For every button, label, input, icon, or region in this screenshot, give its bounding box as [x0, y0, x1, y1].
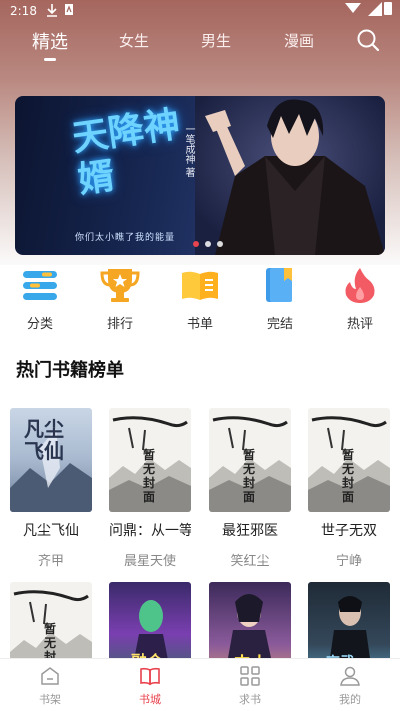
request-book-icon — [240, 666, 260, 686]
promo-banner[interactable]: 天降神婿 一笔成神 著 你们太小瞧了我的能量 — [15, 96, 385, 255]
top-tab-bar: 精选 女生 男生 漫画 — [0, 24, 400, 64]
app-screen: 2:18 精选 女生 男生 漫画 天降神婿 一笔成神 著 你们太小瞧了我的能量 … — [0, 0, 400, 711]
bookstore-icon — [140, 667, 160, 686]
book-author: 晨星天使 — [123, 554, 176, 569]
book-card[interactable]: 凡尘飞仙 凡尘飞仙 齐甲 — [10, 408, 92, 569]
tab-featured[interactable]: 精选 — [32, 28, 68, 54]
tab-comics[interactable]: 漫画 — [284, 30, 314, 51]
cover-title: 暂无封面 — [342, 448, 355, 504]
shortcut-booklist[interactable]: 书单 — [165, 265, 235, 332]
nav-profile[interactable]: 我的 — [320, 665, 380, 707]
banner-title-art: 天降神婿 — [69, 103, 183, 202]
shortcut-ranking[interactable]: 排行 — [85, 265, 155, 332]
banner-author-text: 一笔成神 著 — [183, 124, 194, 178]
search-icon[interactable] — [356, 28, 380, 52]
notification-icon — [65, 4, 73, 15]
trophy-icon — [100, 269, 140, 302]
bottom-nav-bar: 书架 书城 求书 我的 — [0, 658, 400, 711]
download-icon — [47, 4, 57, 17]
tab-male[interactable]: 男生 — [201, 30, 231, 51]
bookshelf-icon — [41, 667, 59, 685]
book-cover: 暂无封面 — [308, 408, 390, 512]
nav-bookstore[interactable]: 书城 — [120, 665, 180, 707]
shortcut-label: 热评 — [346, 317, 373, 332]
shortcut-label: 书单 — [186, 317, 213, 332]
nav-label: 书城 — [139, 693, 161, 706]
book-title: 问鼎：从一等… — [109, 523, 191, 539]
section-title: 热门书籍榜单 — [16, 360, 124, 381]
battery-icon — [384, 2, 392, 15]
book-cover: 暂无封面 — [109, 408, 191, 512]
shortcut-finished[interactable]: 完结 — [245, 265, 315, 332]
wifi-icon — [345, 3, 361, 13]
shortcut-category[interactable]: 分类 — [5, 265, 75, 332]
shortcut-hot-reviews[interactable]: 热评 — [325, 265, 395, 332]
nav-label: 求书 — [239, 693, 261, 706]
book-cover: 暂无封面 — [209, 408, 291, 512]
nav-label: 我的 — [339, 693, 361, 706]
nav-bookshelf[interactable]: 书架 — [20, 665, 80, 707]
profile-icon — [340, 666, 360, 686]
category-icon — [23, 271, 57, 300]
book-title: 最狂邪医 — [222, 523, 278, 539]
category-shortcuts: 分类 排行 书单 完结 热评 — [0, 265, 400, 335]
pager-dot-active[interactable] — [193, 241, 199, 247]
banner-tagline: 你们太小瞧了我的能量 — [75, 233, 176, 243]
cover-title: 凡尘飞仙 — [24, 417, 64, 463]
book-card[interactable]: 暂无封面 世子无双 宁峥 — [308, 408, 390, 569]
finished-book-icon — [266, 268, 292, 302]
book-list-icon — [182, 271, 218, 300]
shortcut-label: 分类 — [26, 317, 53, 332]
status-time: 2:18 — [10, 4, 37, 18]
nav-label: 书架 — [39, 693, 61, 706]
nav-request-book[interactable]: 求书 — [220, 665, 280, 707]
book-card[interactable]: 暂无封面 最狂邪医 笑红尘 — [209, 408, 291, 569]
status-bar: 2:18 — [0, 0, 400, 22]
cover-title: 暂无封面 — [243, 448, 256, 504]
book-author: 宁峥 — [335, 554, 362, 569]
cover-title: 暂无封面 — [143, 448, 156, 504]
book-author: 笑红尘 — [230, 554, 270, 569]
book-title: 世子无双 — [321, 523, 377, 539]
pager-dot[interactable] — [205, 241, 211, 247]
pager-dot[interactable] — [217, 241, 223, 247]
book-title: 凡尘飞仙 — [23, 523, 79, 539]
shortcut-label: 完结 — [266, 317, 293, 332]
shortcut-label: 排行 — [106, 317, 133, 332]
book-author: 齐甲 — [37, 554, 64, 569]
banner-character-art — [195, 96, 385, 255]
banner-pager — [193, 241, 223, 247]
tab-female[interactable]: 女生 — [119, 30, 149, 51]
flame-icon — [345, 268, 375, 303]
signal-icon — [368, 2, 382, 16]
book-card[interactable]: 暂无封面 问鼎：从一等… 晨星天使 — [109, 408, 191, 569]
book-cover: 凡尘飞仙 — [10, 408, 92, 512]
active-tab-indicator — [44, 58, 56, 61]
